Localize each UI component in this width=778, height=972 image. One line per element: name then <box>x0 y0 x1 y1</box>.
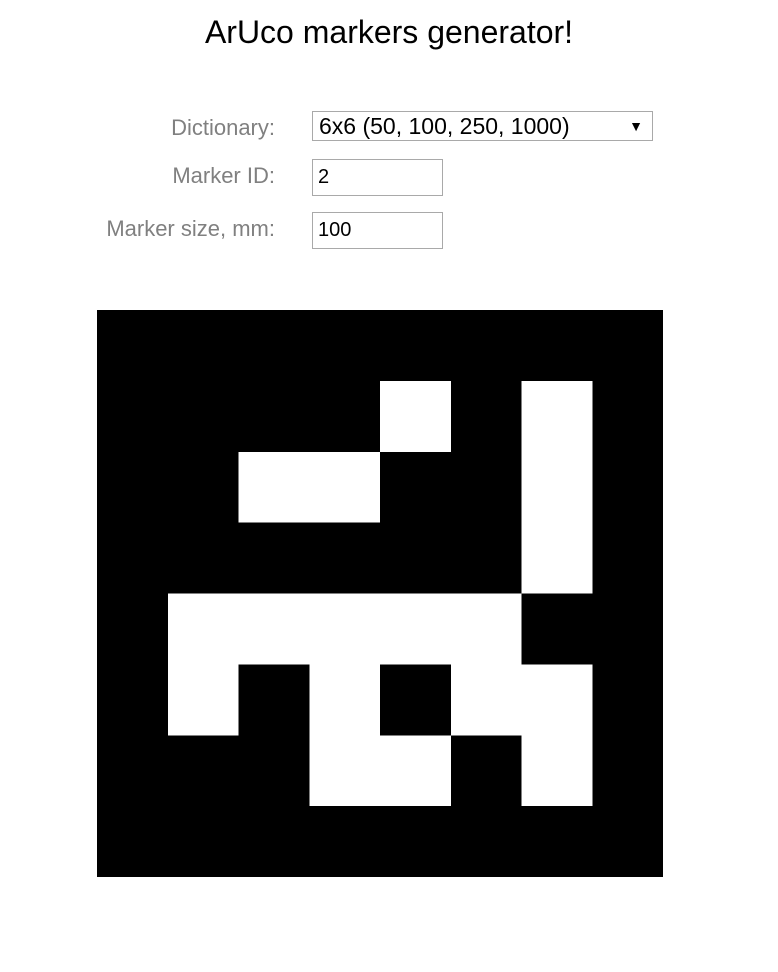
marker-cell-white <box>521 735 593 807</box>
marker-size-label: Marker size, mm: <box>106 216 275 241</box>
marker-cell-white <box>380 380 451 452</box>
marker-size-input[interactable] <box>312 212 443 249</box>
dictionary-label: Dictionary: <box>171 115 275 140</box>
marker-cell-white <box>309 735 380 807</box>
marker-cell-white <box>380 735 451 807</box>
marker-cell-white <box>450 593 522 665</box>
aruco-marker-image <box>97 310 663 877</box>
marker-cell-white <box>380 593 451 665</box>
marker-size-row: Marker size, mm: <box>0 210 778 250</box>
marker-cell-white <box>238 593 310 665</box>
marker-cell-white <box>167 664 239 736</box>
triangle-down-icon: ▼ <box>629 118 643 134</box>
aruco-marker <box>97 310 663 877</box>
page-title: ArUco markers generator! <box>204 14 574 50</box>
marker-id-label: Marker ID: <box>172 163 275 188</box>
marker-cell-white <box>521 664 593 736</box>
marker-cell-white <box>521 380 593 452</box>
dictionary-selected-value: 6x6 (50, 100, 250, 1000) <box>319 113 570 139</box>
marker-cell-white <box>238 451 310 523</box>
marker-id-row: Marker ID: <box>0 157 778 197</box>
marker-cell-white <box>309 593 380 665</box>
marker-cell-white <box>309 451 380 523</box>
marker-cell-white <box>521 522 593 594</box>
marker-cell-white <box>450 664 522 736</box>
marker-id-input[interactable] <box>312 159 443 196</box>
marker-cell-white <box>309 664 380 736</box>
dictionary-select[interactable]: 6x6 (50, 100, 250, 1000) ▼ <box>312 111 653 141</box>
marker-cell-white <box>167 593 239 665</box>
marker-cell-white <box>521 451 593 523</box>
dictionary-row: Dictionary: 6x6 (50, 100, 250, 1000) ▼ <box>0 108 778 148</box>
